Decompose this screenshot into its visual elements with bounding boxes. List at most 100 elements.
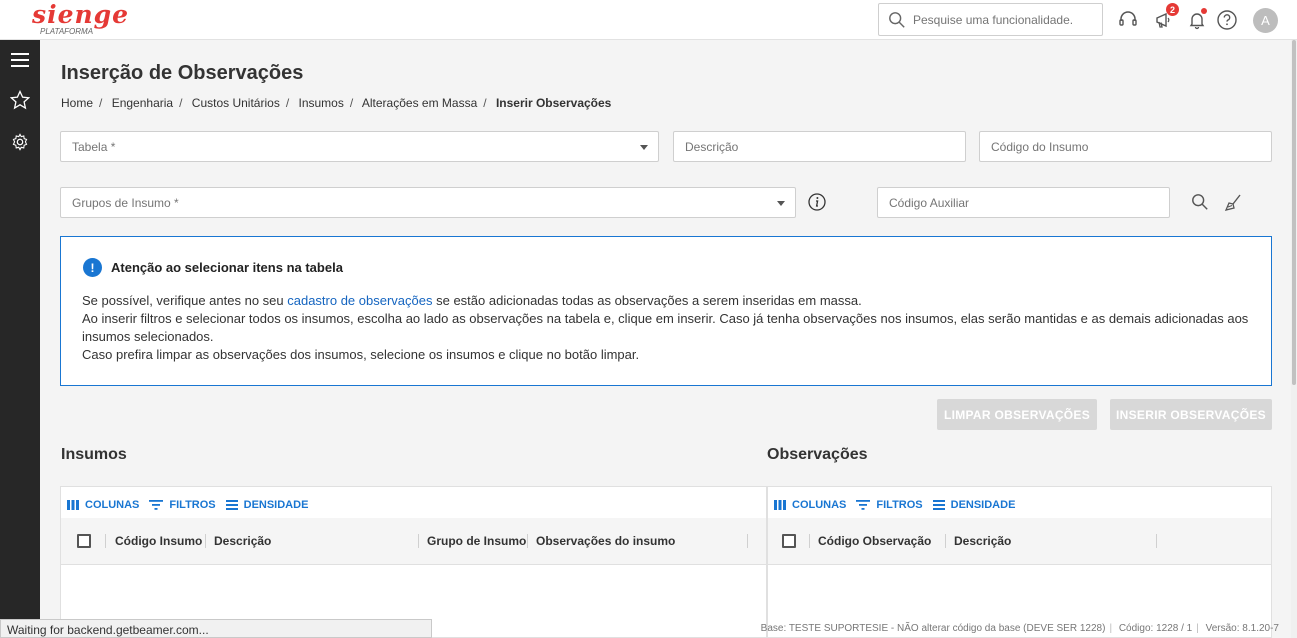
column-grupo-insumo[interactable]: Grupo de Insumo	[427, 534, 526, 548]
alert-line-1-end: se estão adicionadas todas as observaçõe…	[432, 293, 862, 308]
chevron-down-icon	[777, 201, 785, 206]
column-separator	[747, 534, 748, 548]
feature-search[interactable]	[878, 3, 1103, 36]
columns-button[interactable]: COLUNAS	[67, 499, 139, 511]
breadcrumb-separator: /	[349, 96, 354, 110]
column-separator	[205, 534, 206, 548]
bell-icon[interactable]	[1184, 7, 1210, 33]
codigo-insumo-input[interactable]	[991, 139, 1241, 155]
clear-filters-button[interactable]	[1222, 192, 1244, 214]
chevron-down-icon	[640, 145, 648, 150]
search-input[interactable]	[913, 10, 1093, 30]
footer-info: Base: TESTE SUPORTESIE - NÃO alterar cód…	[761, 623, 1279, 634]
browser-status-bar: Waiting for backend.getbeamer.com...	[0, 619, 432, 638]
filters-button[interactable]: FILTROS	[149, 499, 216, 511]
density-button[interactable]: DENSIDADE	[932, 499, 1015, 511]
breadcrumb-custos-unitarios[interactable]: Custos Unitários	[192, 96, 280, 110]
column-separator	[527, 534, 528, 548]
alert-exclamation-icon: !	[83, 258, 102, 277]
search-button[interactable]	[1189, 191, 1211, 213]
insert-observations-button[interactable]: INSERIR OBSERVAÇÕES	[1110, 399, 1272, 430]
footer-versao: Versão: 8.1.20-7	[1205, 623, 1279, 634]
filter-icon	[856, 500, 871, 510]
breadcrumb-engenharia[interactable]: Engenharia	[112, 96, 173, 110]
filter-icon	[149, 500, 164, 510]
alert-line-1-start: Se possível, verifique antes no seu	[82, 293, 288, 308]
top-bar: SIENGE PLATAFORMA 2 A	[0, 0, 1297, 40]
filters-label: FILTROS	[169, 499, 216, 511]
grupos-insumo-select[interactable]	[60, 187, 796, 218]
density-icon	[225, 500, 238, 510]
scrollbar-thumb[interactable]	[1292, 40, 1296, 385]
broom-icon	[1224, 194, 1241, 211]
columns-icon	[67, 500, 79, 510]
breadcrumb: Home / Engenharia / Custos Unitários / Insu…	[61, 96, 611, 110]
breadcrumb-alteracoes-em-massa[interactable]: Alterações em Massa	[362, 96, 477, 110]
grupos-insumo-input[interactable]	[72, 195, 765, 211]
column-separator	[1156, 534, 1157, 548]
bell-dot	[1201, 8, 1207, 14]
columns-icon	[774, 500, 786, 510]
codigo-auxiliar-input[interactable]	[889, 195, 1139, 211]
descricao-field[interactable]	[673, 131, 966, 162]
logo-subtext: PLATAFORMA	[40, 27, 94, 36]
columns-label: COLUNAS	[85, 499, 140, 511]
observacoes-grid: COLUNAS FILTROS DENSIDADE Código Observa…	[767, 486, 1272, 638]
insumos-grid-header: Código Insumo Descrição Grupo de Insumo …	[61, 518, 766, 565]
footer-separator: |	[1196, 623, 1199, 634]
alert-line-1: Se possível, verifique antes no seu cada…	[82, 292, 1252, 310]
codigo-auxiliar-field[interactable]	[877, 187, 1170, 218]
tabela-select[interactable]	[60, 131, 659, 162]
help-icon[interactable]	[1214, 7, 1240, 33]
menu-icon[interactable]	[8, 48, 32, 72]
sidebar	[0, 40, 40, 638]
avatar[interactable]: A	[1253, 8, 1278, 33]
alert-line-2: Ao inserir filtros e selecionar todos os…	[82, 311, 1249, 344]
breadcrumb-separator: /	[483, 96, 487, 110]
breadcrumb-separator: /	[285, 96, 290, 110]
column-separator	[418, 534, 419, 548]
columns-button[interactable]: COLUNAS	[774, 499, 846, 511]
support-headset-icon[interactable]	[1115, 7, 1141, 33]
info-icon[interactable]	[807, 192, 827, 212]
tabela-input[interactable]	[72, 139, 628, 155]
column-separator	[105, 534, 106, 548]
descricao-input[interactable]	[685, 139, 935, 155]
columns-label: COLUNAS	[792, 499, 847, 511]
breadcrumb-separator: /	[99, 96, 103, 110]
announcements-megaphone-icon[interactable]: 2	[1151, 3, 1179, 33]
attention-alert: ! Atenção ao selecionar itens na tabela …	[60, 236, 1272, 386]
observacoes-grid-header: Código Observação Descrição	[768, 518, 1271, 565]
select-all-checkbox[interactable]	[782, 534, 796, 548]
cadastro-observacoes-link[interactable]: cadastro de observações	[287, 293, 432, 308]
logo-text: SIENGE	[32, 0, 130, 29]
search-icon	[1192, 194, 1208, 210]
favorites-star-icon[interactable]	[8, 88, 32, 112]
breadcrumb-current: Inserir Observações	[495, 96, 612, 110]
page-scrollbar[interactable]	[1291, 40, 1297, 638]
codigo-insumo-field[interactable]	[979, 131, 1272, 162]
select-all-checkbox[interactable]	[77, 534, 91, 548]
clear-observations-button[interactable]: LIMPAR OBSERVAÇÕES	[937, 399, 1097, 430]
density-button[interactable]: DENSIDADE	[225, 499, 309, 511]
observacoes-grid-toolbar: COLUNAS FILTROS DENSIDADE	[774, 497, 1019, 513]
density-label: DENSIDADE	[243, 499, 309, 511]
breadcrumb-separator: /	[179, 96, 183, 110]
sienge-logo[interactable]: SIENGE PLATAFORMA	[32, 2, 129, 36]
column-separator	[809, 534, 810, 548]
breadcrumb-home[interactable]: Home	[61, 96, 93, 110]
column-observacoes-insumo[interactable]: Observações do insumo	[536, 534, 675, 548]
page-title: Inserção de Observações	[61, 62, 304, 84]
breadcrumb-insumos[interactable]: Insumos	[299, 96, 344, 110]
alert-title: Atenção ao selecionar itens na tabela	[111, 260, 343, 275]
column-descricao[interactable]: Descrição	[954, 534, 1011, 548]
column-descricao[interactable]: Descrição	[214, 534, 271, 548]
filters-button[interactable]: FILTROS	[856, 499, 923, 511]
column-codigo-insumo[interactable]: Código Insumo	[115, 534, 202, 548]
alert-body: Se possível, verifique antes no seu cada…	[82, 292, 1252, 364]
insumos-title: Insumos	[61, 446, 127, 463]
settings-gear-icon[interactable]	[8, 130, 32, 154]
column-codigo-observacao[interactable]: Código Observação	[818, 534, 931, 548]
notifications-badge: 2	[1166, 3, 1179, 16]
density-icon	[932, 500, 945, 510]
